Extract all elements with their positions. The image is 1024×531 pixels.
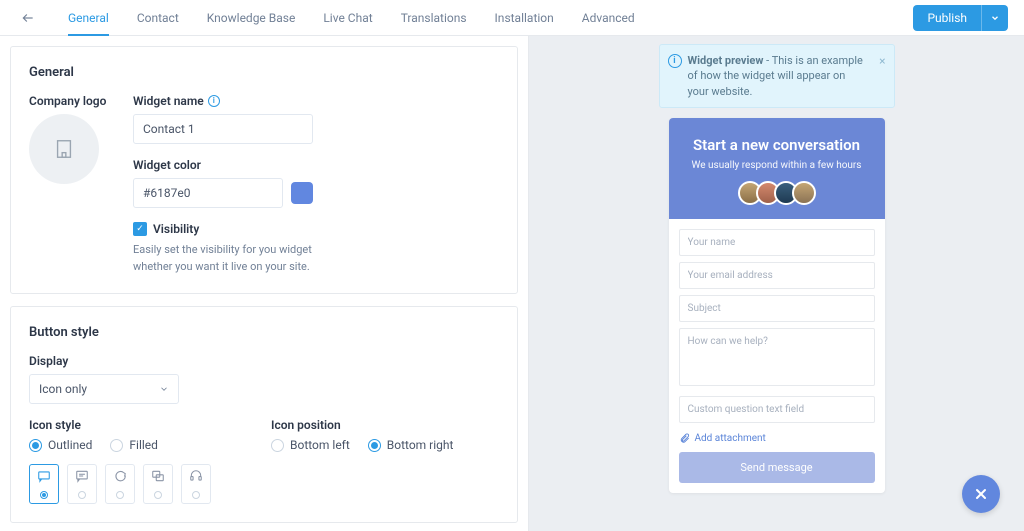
icon-position-group: Icon position Bottom left Bottom right	[271, 418, 453, 504]
widget-message-field[interactable]	[679, 328, 875, 386]
company-logo-label: Company logo	[29, 94, 109, 108]
chat-bubble-icon[interactable]	[29, 464, 59, 504]
add-attachment-link[interactable]: Add attachment	[679, 433, 875, 444]
avatar	[792, 181, 816, 205]
widget-name-label: Widget namei	[133, 94, 313, 108]
publish-dropdown[interactable]	[981, 5, 1008, 31]
publish-group: Publish	[913, 5, 1008, 31]
close-icon	[973, 486, 989, 502]
top-bar: GeneralContactKnowledge BaseLive ChatTra…	[0, 0, 1024, 36]
widget-subtitle: We usually respond within a few hours	[681, 160, 873, 171]
tab-installation[interactable]: Installation	[481, 0, 568, 36]
card-title-general: General	[29, 65, 499, 80]
radio-bottom-left[interactable]: Bottom left	[271, 438, 350, 452]
tab-general[interactable]: General	[54, 0, 123, 36]
widget-body: Add attachment Send message	[669, 219, 885, 493]
tab-live-chat[interactable]: Live Chat	[309, 0, 386, 36]
headset-icon[interactable]	[181, 464, 211, 504]
card-title-button-style: Button style	[29, 325, 499, 340]
tab-row: GeneralContactKnowledge BaseLive ChatTra…	[54, 0, 649, 36]
visibility-help: Easily set the visibility for you widget…	[133, 242, 313, 275]
avatar-row	[681, 181, 873, 205]
visibility-checkbox[interactable]: ✓	[133, 222, 147, 236]
back-button[interactable]	[16, 6, 40, 30]
double-bubble-icon[interactable]	[143, 464, 173, 504]
close-icon[interactable]: ×	[879, 53, 885, 70]
widget-color-label: Widget color	[133, 158, 313, 172]
tab-translations[interactable]: Translations	[387, 0, 481, 36]
double-bubble-icon-glyph	[151, 469, 165, 487]
headset-icon-glyph	[189, 469, 203, 487]
widget-subject-field[interactable]	[679, 295, 875, 322]
radio-outlined[interactable]: Outlined	[29, 438, 92, 452]
preview-info-banner: i Widget preview - This is an example of…	[659, 44, 895, 108]
speech-icon-glyph	[113, 469, 127, 487]
widget-header: Start a new conversation We usually resp…	[669, 118, 885, 219]
card-button-style: Button style Display Icon only Icon styl…	[10, 306, 518, 523]
card-general: General Company logo Widget namei Widget…	[10, 46, 518, 294]
widget-preview: Start a new conversation We usually resp…	[669, 118, 885, 493]
main: General Company logo Widget namei Widget…	[0, 36, 1024, 531]
tab-advanced[interactable]: Advanced	[568, 0, 649, 36]
widget-launcher-fab[interactable]	[962, 475, 1000, 513]
widget-custom-field[interactable]	[679, 396, 875, 423]
company-logo-column: Company logo	[29, 94, 109, 275]
widget-title: Start a new conversation	[681, 136, 873, 154]
info-icon[interactable]: i	[208, 95, 220, 107]
chat-lines-icon[interactable]	[67, 464, 97, 504]
info-icon: i	[668, 54, 682, 68]
speech-icon[interactable]	[105, 464, 135, 504]
chat-bubble-icon-glyph	[37, 469, 51, 487]
send-message-button[interactable]: Send message	[679, 452, 875, 483]
chevron-down-icon	[159, 384, 169, 394]
widget-name-input[interactable]	[133, 114, 313, 144]
radio-filled[interactable]: Filled	[110, 438, 158, 452]
tab-contact[interactable]: Contact	[123, 0, 193, 36]
paperclip-icon	[679, 433, 690, 444]
widget-email-field[interactable]	[679, 262, 875, 289]
chat-lines-icon-glyph	[75, 469, 89, 487]
company-logo-upload[interactable]	[29, 114, 99, 184]
widget-name-field[interactable]	[679, 229, 875, 256]
preview-panel: i Widget preview - This is an example of…	[529, 36, 1024, 531]
building-icon	[53, 138, 75, 160]
display-select[interactable]: Icon only	[29, 374, 179, 404]
chevron-down-icon	[990, 13, 1000, 23]
widget-color-input[interactable]	[133, 178, 283, 208]
publish-button[interactable]: Publish	[913, 5, 981, 31]
radio-bottom-right[interactable]: Bottom right	[368, 438, 454, 452]
settings-panel: General Company logo Widget namei Widget…	[0, 36, 528, 531]
tab-knowledge-base[interactable]: Knowledge Base	[193, 0, 310, 36]
icon-style-group: Icon style Outlined Filled	[29, 418, 211, 504]
color-swatch[interactable]	[291, 182, 313, 204]
visibility-label: Visibility	[153, 222, 199, 236]
icon-style-label: Icon style	[29, 418, 211, 432]
display-label: Display	[29, 354, 499, 368]
icon-position-label: Icon position	[271, 418, 453, 432]
